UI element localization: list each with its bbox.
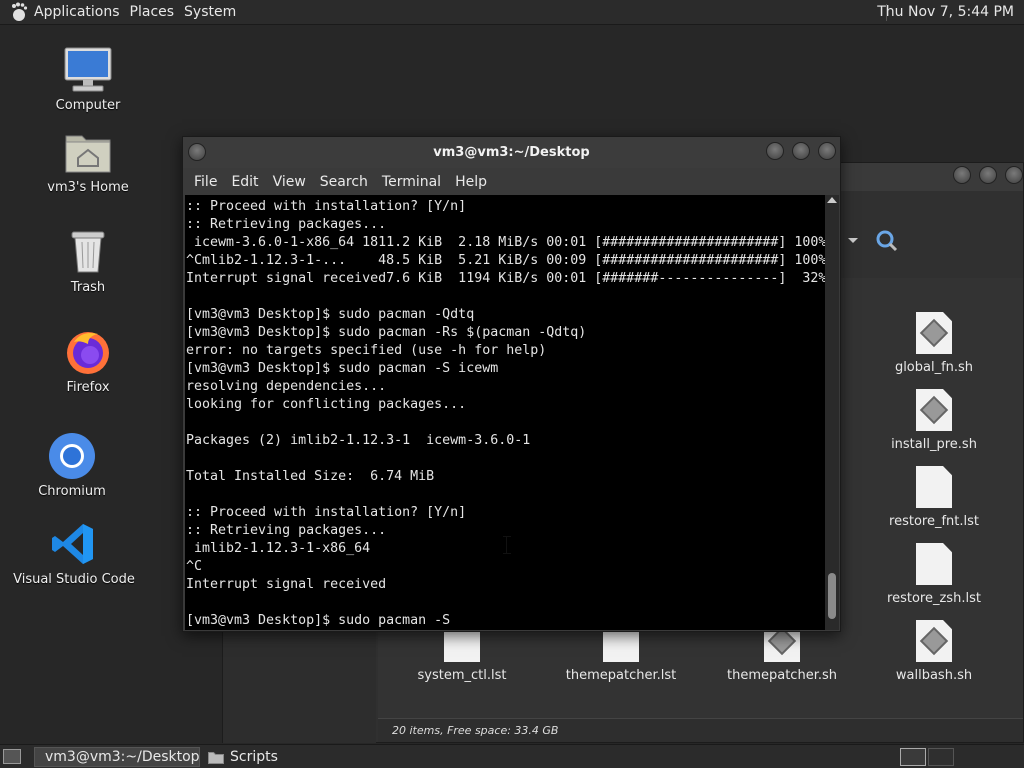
terminal-menubar: File Edit View Search Terminal Help [183,168,840,195]
terminal-line: resolving dependencies... [186,379,387,394]
home-folder-icon [62,126,114,178]
task-label: vm3@vm3:~/Desktop [45,749,200,765]
terminal-line: ^C [186,559,203,574]
scroll-up-icon[interactable] [827,197,837,203]
terminal-line: icewm-3.6.0-1-x86_64 1811.2 KiB 2.18 MiB… [186,235,827,250]
show-desktop-icon[interactable] [3,749,21,764]
firefox-icon [62,326,114,378]
terminal-line: [vm3@vm3 Desktop]$ sudo pacman -S icewm [186,361,499,376]
file-manager-statusbar: 20 items, Free space: 33.4 GB [378,718,1023,742]
file-name: themepatcher.sh [727,668,837,683]
menu-terminal[interactable]: Terminal [375,174,448,190]
file-item[interactable]: restore_zsh.lst [874,543,994,606]
file-manager-toolbar [843,228,903,256]
text-cursor-icon [503,536,512,554]
menu-edit[interactable]: Edit [224,174,265,190]
trash-icon [62,226,114,278]
top-panel: Applications Places System Thu Nov 7, 5:… [0,0,1024,25]
desktop-icon-chromium[interactable]: Chromium [7,430,137,499]
terminal-line: looking for conflicting packages... [186,397,467,412]
terminal-output[interactable]: :: Proceed with installation? [Y/n]:: Re… [185,195,827,630]
task-scripts[interactable]: Scripts [204,747,304,767]
terminal-line: [vm3@vm3 Desktop]$ sudo pacman -S [186,613,451,628]
terminal-titlebar[interactable]: vm3@vm3:~/Desktop [183,137,840,168]
desktop-icon-label: Computer [55,98,121,113]
file-item[interactable]: install_pre.sh [874,389,994,452]
close-button[interactable] [818,142,836,160]
status-text: 20 items, Free space: 33.4 GB [392,724,559,737]
desktop-icon-firefox[interactable]: Firefox [23,326,153,395]
gnome-foot-icon[interactable] [6,0,32,25]
window-title: vm3@vm3:~/Desktop [433,145,590,160]
file-item[interactable]: wallbash.sh [874,620,994,683]
menu-applications[interactable]: Applications [32,4,128,20]
menu-file[interactable]: File [187,174,224,190]
file-name: system_ctl.lst [417,668,507,683]
desktop-icon-label: vm3's Home [47,180,129,195]
terminal-line: ^Cmlib2-1.12.3-1-... 48.5 KiB 5.21 KiB/s… [186,253,827,268]
terminal-line: :: Retrieving packages... [186,217,387,232]
terminal-line: [vm3@vm3 Desktop]$ sudo pacman -Qdtq [186,307,475,322]
terminal-line: Interrupt signal received7.6 KiB 1194 Ki… [186,271,827,286]
file-name: global_fn.sh [894,360,974,375]
file-item[interactable]: restore_fnt.lst [874,466,994,529]
script-file-icon [916,312,952,354]
maximize-button[interactable] [792,142,810,160]
script-file-icon [916,389,952,431]
menu-places[interactable]: Places [128,4,183,20]
chromium-icon [46,430,98,482]
close-button[interactable] [1005,166,1023,184]
desktop-icon-label: Firefox [66,380,110,395]
desktop-icon-computer[interactable]: Computer [23,44,153,113]
folder-icon [208,751,224,764]
terminal-line: :: Proceed with installation? [Y/n] [186,199,467,214]
text-file-icon [916,466,952,508]
terminal-line: Packages (2) imlib2-1.12.3-1 icewm-3.6.0… [186,433,531,448]
desktop-icon-home[interactable]: vm3's Home [23,126,153,195]
task-terminal[interactable]: vm3@vm3:~/Desktop [34,747,200,767]
text-file-icon [916,543,952,585]
file-name: themepatcher.lst [565,668,677,683]
clock[interactable]: Thu Nov 7, 5:44 PM [877,4,1014,20]
file-name: wallbash.sh [895,668,973,683]
terminal-line: Total Installed Size: 6.74 MiB [186,469,435,484]
bottom-panel: vm3@vm3:~/Desktop Scripts [0,744,1024,768]
desktop-icon-label: Chromium [38,484,106,499]
desktop-icon-label: Trash [70,280,106,295]
workspace-1-button[interactable] [900,748,926,766]
desktop-icon-vscode[interactable]: Visual Studio Code [9,518,139,587]
terminal-window[interactable]: vm3@vm3:~/Desktop File Edit View Search … [182,136,841,632]
vscode-icon [48,518,100,570]
minimize-button[interactable] [766,142,784,160]
desktop-icon-trash[interactable]: Trash [23,226,153,295]
terminal-line: [vm3@vm3 Desktop]$ sudo pacman -Rs $(pac… [186,325,587,340]
terminal-line: error: no targets specified (use -h for … [186,343,547,358]
file-name: restore_fnt.lst [889,514,979,529]
workspace-2-button[interactable] [928,748,954,766]
desktop-icon-label: Visual Studio Code [13,572,135,587]
file-item[interactable]: global_fn.sh [874,312,994,375]
menu-system[interactable]: System [182,4,244,20]
script-file-icon [916,620,952,662]
menu-help[interactable]: Help [448,174,494,190]
menu-view[interactable]: View [266,174,313,190]
scrollbar-thumb[interactable] [828,573,836,619]
search-icon[interactable] [843,228,903,252]
menu-search[interactable]: Search [313,174,375,190]
minimize-button[interactable] [953,166,971,184]
file-name: restore_zsh.lst [887,591,981,606]
maximize-button[interactable] [979,166,997,184]
file-name: install_pre.sh [891,437,977,452]
terminal-line: Interrupt signal received [186,577,387,592]
computer-icon [62,44,114,96]
task-label: Scripts [230,749,278,765]
terminal-scrollbar[interactable] [825,195,839,630]
terminal-line: :: Proceed with installation? [Y/n] [186,505,467,520]
